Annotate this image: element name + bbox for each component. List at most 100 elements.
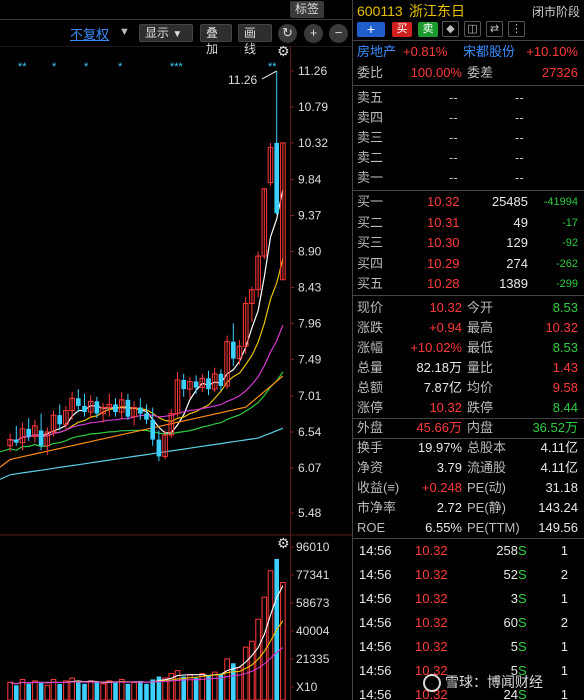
- ask-price: --: [449, 110, 458, 125]
- wei-bi-value: 100.00%: [410, 65, 462, 80]
- alert-icon[interactable]: ◆: [442, 21, 459, 37]
- stock-code: 600113: [357, 3, 403, 19]
- kline-chart[interactable]: ** * * * *** ** 11.2610.7910.329.849.378.908.…: [0, 46, 352, 700]
- share-icon[interactable]: ⋮: [508, 21, 525, 37]
- sector-name[interactable]: 房地产: [357, 42, 396, 62]
- tick-time: 14:56: [359, 591, 392, 606]
- stat-value: 9.58: [552, 380, 578, 395]
- label-button[interactable]: 标签: [290, 1, 324, 18]
- volume-tick-label: 40004: [296, 624, 330, 638]
- sector-change: +0.81%: [403, 44, 448, 59]
- price-tick-label: 11.26: [298, 64, 327, 78]
- event-marker: *: [118, 61, 123, 73]
- stat-value: 1.43: [552, 360, 578, 375]
- candle-body: [231, 341, 236, 359]
- ask-label: 卖四: [357, 110, 384, 125]
- stat-value: +0.248: [421, 480, 462, 495]
- watermark-text: 雪球：博闻财经: [445, 674, 543, 690]
- related-stock-name[interactable]: 宋都股份: [463, 42, 515, 62]
- volume-bar: [144, 683, 149, 700]
- quote-panel: 600113 浙江东日 闭市阶段 + 买 卖 ◆ ◫ ⇄ ⋮ 房地产 +0.81…: [353, 0, 584, 700]
- stock-header: 600113 浙江东日 闭市阶段: [353, 0, 584, 20]
- stat-value: 19.97%: [417, 440, 462, 455]
- stat-value: 6.55%: [425, 520, 462, 535]
- buy-button[interactable]: 买: [392, 22, 412, 37]
- bid-change: -17: [562, 216, 578, 229]
- zoom-in-icon[interactable]: +: [304, 24, 323, 43]
- tick-row[interactable]: 14:56 10.32 5 S 1: [353, 637, 584, 657]
- stat-value: 2.72: [436, 500, 462, 515]
- ask-label: 卖五: [357, 90, 384, 105]
- tick-side: S: [518, 567, 527, 582]
- stat-value: 10.32: [429, 300, 462, 315]
- watermark: 雪球：博闻财经: [423, 672, 583, 696]
- tick-time: 14:56: [359, 567, 392, 582]
- tick-side: S: [518, 543, 527, 558]
- stat-label: 今开: [467, 300, 494, 315]
- ask-volume: --: [515, 130, 524, 145]
- chevron-down-icon[interactable]: ▼: [119, 26, 130, 38]
- divider: [353, 538, 584, 539]
- stat-label: 总量: [357, 360, 384, 375]
- stat-value: 3.79: [436, 460, 462, 475]
- volume-bar: [193, 677, 199, 700]
- tick-count: 2: [560, 567, 568, 582]
- tick-row[interactable]: 14:56 10.32 60 S 2: [353, 613, 584, 633]
- stat-value: 7.87亿: [423, 380, 462, 395]
- price-tick-label: 9.37: [298, 209, 322, 223]
- refresh-icon[interactable]: ↻: [278, 24, 297, 43]
- stat-label: 外盘: [357, 420, 384, 435]
- volume-bar: [32, 680, 38, 700]
- ask-label: 卖一: [357, 170, 384, 185]
- adjust-mode-link[interactable]: 不复权: [70, 24, 109, 43]
- volume-bar: [7, 681, 13, 700]
- stat-label: 流通股: [467, 460, 507, 475]
- stat-value: 8.53: [552, 300, 578, 315]
- draw-line-button[interactable]: 画线: [238, 24, 272, 56]
- bid-price: 10.32: [427, 194, 460, 209]
- tick-side: S: [518, 615, 527, 630]
- tick-time: 14:56: [359, 639, 392, 654]
- sector-row[interactable]: 房地产 +0.81% 宋都股份 +10.10%: [353, 42, 584, 62]
- volume-bar: [44, 684, 51, 700]
- stat-label: 跌停: [467, 400, 494, 415]
- wei-cha-label: 委差: [467, 65, 494, 80]
- compare-icon[interactable]: ◫: [464, 21, 481, 37]
- stat-value: 10.32: [545, 320, 578, 335]
- stat-label: 涨幅: [357, 340, 384, 355]
- link-icon[interactable]: ⇄: [486, 21, 503, 37]
- add-watchlist-button[interactable]: +: [357, 22, 385, 37]
- tick-volume: 60: [503, 615, 518, 630]
- wei-bi-label: 委比: [357, 65, 384, 80]
- zoom-out-icon[interactable]: −: [329, 24, 348, 43]
- display-dropdown[interactable]: 显示 ▼: [139, 24, 193, 42]
- snowball-logo-icon: [423, 674, 441, 693]
- divider: [353, 190, 584, 191]
- high-price-annotation: 11.26: [228, 70, 277, 87]
- volume-bar: [106, 680, 113, 700]
- candle-body: [274, 142, 279, 214]
- high-price-label: 11.26: [228, 73, 257, 87]
- bid-row: 买二 10.31 49 -17: [353, 213, 584, 233]
- tick-row[interactable]: 14:56 10.32 52 S 2: [353, 565, 584, 585]
- volume-bar: [87, 680, 94, 700]
- tick-row[interactable]: 14:56 10.32 3 S 1: [353, 589, 584, 609]
- price-tick-label: 10.79: [298, 100, 328, 114]
- ask-volume: --: [515, 170, 524, 185]
- stat-label: 涨停: [357, 400, 384, 415]
- tick-side: S: [518, 639, 527, 654]
- bid-change: -41994: [543, 196, 578, 208]
- volume-bar: [224, 658, 230, 700]
- overlay-button[interactable]: 叠加: [200, 24, 232, 56]
- ask-row: 卖四 -- --: [353, 108, 584, 128]
- bid-label: 买一: [357, 194, 384, 209]
- candle-body: [206, 378, 211, 390]
- gear-icon: ⚙: [277, 46, 290, 60]
- stat-label: PE(动): [467, 480, 507, 495]
- price-tick-label: 5.48: [298, 506, 322, 520]
- stock-name: 浙江东日: [409, 3, 465, 19]
- sell-button[interactable]: 卖: [418, 22, 438, 37]
- tick-row[interactable]: 14:56 10.32 258 S 1: [353, 541, 584, 561]
- tick-count: 1: [560, 543, 568, 558]
- bid-volume: 49: [513, 214, 528, 230]
